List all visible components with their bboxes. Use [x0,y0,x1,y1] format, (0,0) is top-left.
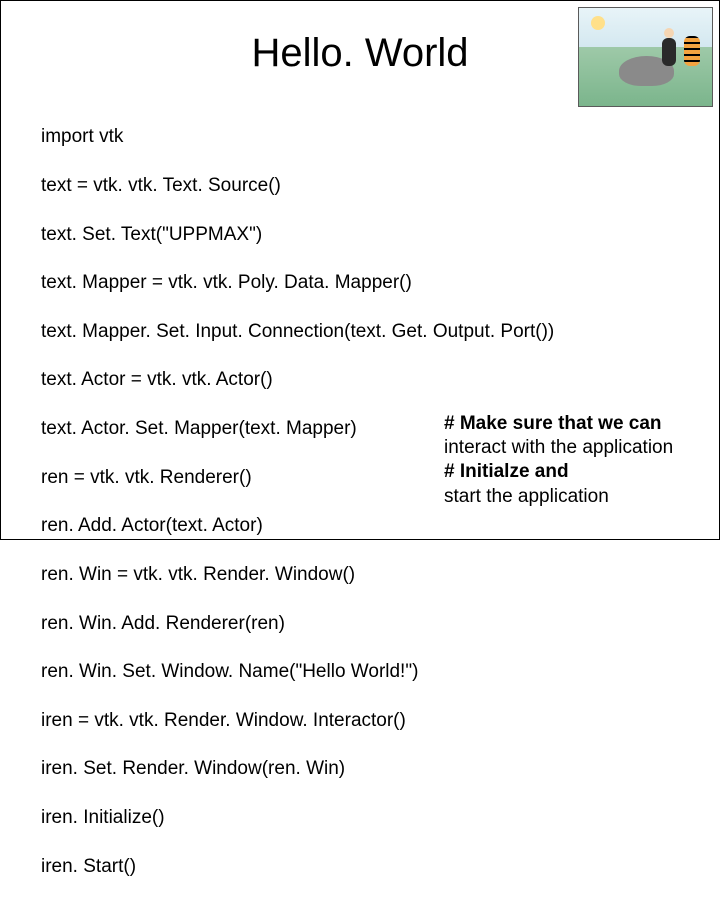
comment-block: # Make sure that we can interact with th… [444,412,699,509]
comment-line: # Make sure that we can [444,412,699,436]
code-line: iren. Initialize() [41,806,679,830]
code-line: iren. Start() [41,855,679,879]
comment-line: start the application [444,485,699,509]
code-line: ren. Win. Add. Renderer(ren) [41,612,679,636]
slide: Hello. World import vtk text = vtk. vtk.… [0,0,720,540]
code-line: import vtk [41,125,679,149]
code-line: ren. Add. Actor(text. Actor) [41,514,679,538]
code-line: text. Mapper = vtk. vtk. Poly. Data. Map… [41,271,679,295]
comment-line: # Initialze and [444,460,699,484]
code-line: iren. Set. Render. Window(ren. Win) [41,757,679,781]
hero-image [578,7,713,107]
code-line: text. Mapper. Set. Input. Connection(tex… [41,320,679,344]
code-line: iren = vtk. vtk. Render. Window. Interac… [41,709,679,733]
code-line: text. Actor = vtk. vtk. Actor() [41,368,679,392]
code-line: ren. Win = vtk. vtk. Render. Window() [41,563,679,587]
code-line: text. Set. Text("UPPMAX") [41,223,679,247]
code-line: text = vtk. vtk. Text. Source() [41,174,679,198]
comment-line: interact with the application [444,436,699,460]
code-line: ren. Win. Set. Window. Name("Hello World… [41,660,679,684]
